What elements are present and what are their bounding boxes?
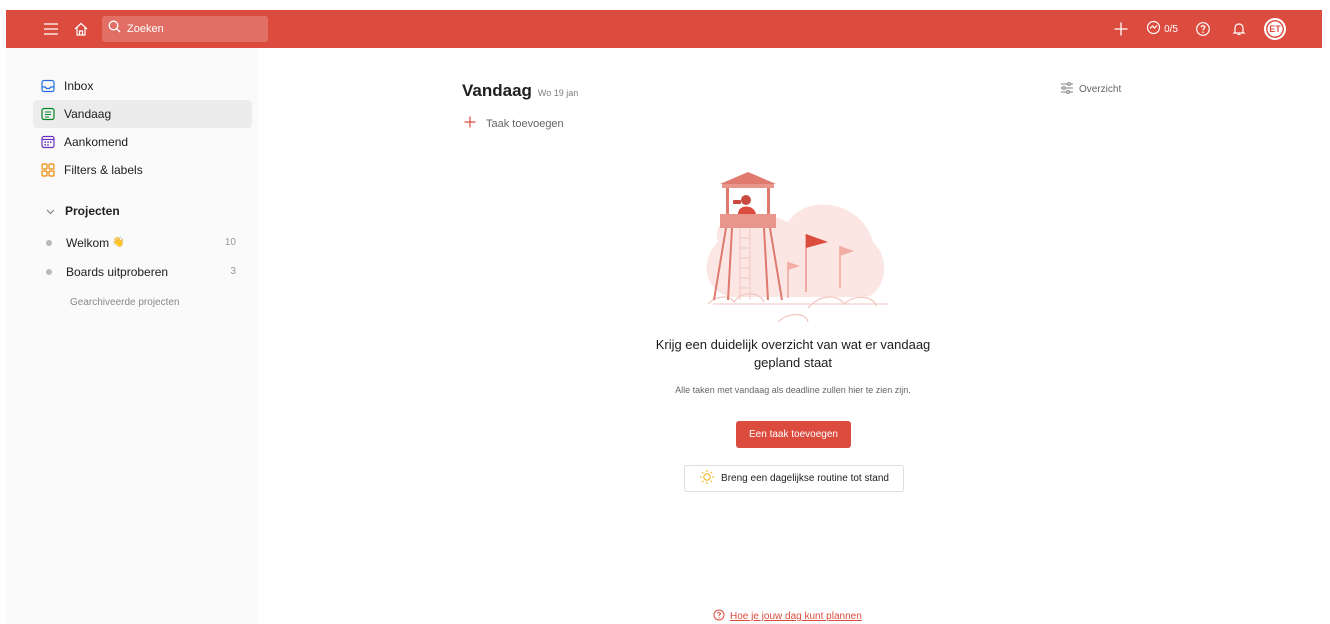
project-name: Boards uitproberen — [66, 264, 169, 279]
project-item-welkom[interactable]: Welkom 👋 10 — [46, 228, 244, 257]
productivity-icon — [1146, 20, 1161, 38]
add-a-task-button[interactable]: Een taak toevoegen — [736, 421, 851, 448]
menu-icon[interactable] — [40, 18, 62, 40]
sidebar-item-inbox[interactable]: Inbox — [33, 72, 252, 100]
sidebar-item-filters-labels[interactable]: Filters & labels — [33, 156, 252, 184]
archived-projects-link[interactable]: Gearchiveerde projecten — [70, 297, 258, 308]
search-box[interactable] — [102, 16, 268, 42]
add-task-button[interactable]: Taak toevoegen — [464, 116, 564, 131]
search-input[interactable] — [127, 23, 257, 35]
main-content: Vandaag Wo 19 jan Overzicht Taak toevoeg… — [258, 48, 1322, 624]
karma-count: 0/5 — [1164, 23, 1178, 35]
project-item-boards-uitproberen[interactable]: Boards uitproberen 3 — [46, 257, 244, 286]
add-icon[interactable] — [1110, 18, 1132, 40]
wave-emoji-icon: 👋 — [112, 237, 125, 248]
home-icon[interactable] — [70, 18, 92, 40]
sidebar-item-label: Aankomend — [64, 135, 129, 149]
inbox-icon — [41, 79, 55, 93]
project-name: Welkom — [66, 235, 110, 250]
lightbulb-icon — [699, 469, 715, 488]
empty-state-title: Krijg een duidelijk overzicht van wat er… — [655, 337, 931, 370]
search-icon — [108, 20, 121, 38]
sidebar-item-label: Filters & labels — [64, 163, 143, 177]
help-circle-icon — [713, 609, 725, 624]
watchtower-illustration — [706, 172, 888, 323]
help-icon[interactable] — [1192, 18, 1214, 40]
productivity-button[interactable]: 0/5 — [1146, 20, 1178, 38]
avatar[interactable]: ET — [1264, 18, 1286, 40]
project-count: 10 — [224, 237, 236, 248]
calendar-today-icon — [41, 107, 55, 121]
project-color-dot — [46, 239, 52, 246]
sidebar-item-label: Inbox — [64, 79, 94, 93]
sliders-icon — [1060, 82, 1074, 97]
view-options-label: Overzicht — [1079, 84, 1122, 95]
view-options-button[interactable]: Overzicht — [1060, 82, 1121, 97]
sidebar-item-vandaag[interactable]: Vandaag — [33, 100, 252, 128]
project-color-dot — [46, 268, 52, 275]
add-task-label: Taak toevoegen — [486, 117, 564, 130]
top-bar: 0/5 ET — [6, 10, 1322, 48]
sidebar-item-label: Vandaag — [64, 107, 112, 121]
sidebar-item-aankomend[interactable]: Aankomend — [33, 128, 252, 156]
notifications-bell-icon[interactable] — [1228, 18, 1250, 40]
planning-help-label: Hoe je jouw dag kunt plannen — [730, 611, 862, 622]
daily-routine-label: Breng een dagelijkse routine tot stand — [721, 473, 889, 484]
calendar-upcoming-icon — [41, 135, 55, 149]
filters-icon — [41, 163, 55, 177]
page-header: Vandaag Wo 19 jan — [462, 81, 578, 101]
page-date: Wo 19 jan — [537, 88, 579, 98]
daily-routine-button[interactable]: Breng een dagelijkse routine tot stand — [684, 465, 904, 492]
chevron-down-icon — [46, 204, 55, 218]
projects-header[interactable]: Projecten — [46, 198, 258, 224]
sidebar: Inbox Vandaag Aankomend Filters & labels… — [6, 48, 258, 624]
page-title: Vandaag — [462, 81, 532, 100]
project-count: 3 — [230, 266, 236, 277]
plus-icon — [464, 116, 476, 131]
projects-header-label: Projecten — [65, 204, 120, 218]
planning-help-link[interactable]: Hoe je jouw dag kunt plannen — [713, 609, 862, 624]
empty-state-subtitle: Alle taken met vandaag als deadline zull… — [675, 385, 911, 395]
